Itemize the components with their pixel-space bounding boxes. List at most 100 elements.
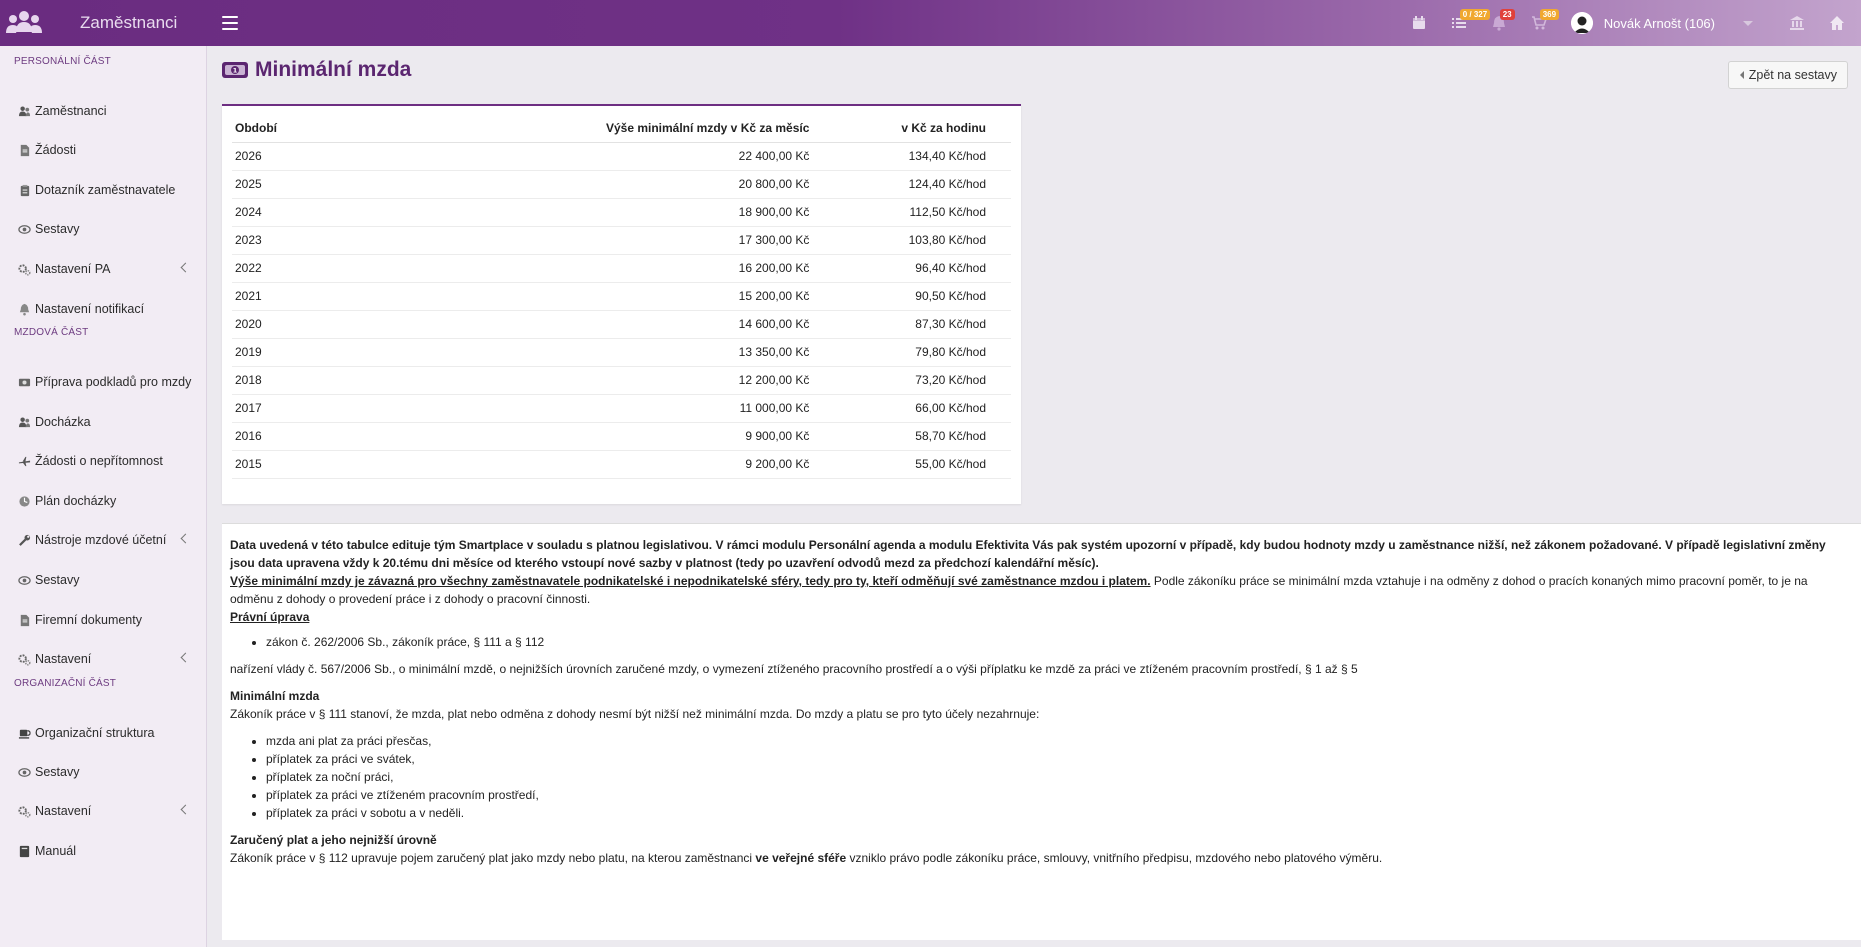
chevron-left-icon — [180, 533, 191, 544]
table-row: 2019 13 350,00 Kč 79,80 Kč/hod — [232, 338, 1011, 367]
cell-hourly: 112,50 Kč/hod — [819, 198, 1011, 227]
sidebar-item-nastroje-mzdove[interactable]: Nástroje mzdové účetní — [0, 527, 207, 553]
sidebar-item-sestavy-pa[interactable]: Sestavy — [0, 216, 207, 242]
sidebar-item-label: Žádosti o nepřítomnost — [35, 454, 163, 468]
list-item: mzda ani plat za práci přesčas, — [266, 732, 1853, 750]
cart-badge: 369 — [1539, 9, 1560, 20]
cell-monthly: 11 000,00 Kč — [280, 394, 820, 423]
sidebar-item-label: Nastavení notifikací — [35, 302, 145, 316]
column-header-hourly: v Kč za hodinu — [819, 114, 1011, 143]
sidebar-item-label: Sestavy — [35, 765, 80, 779]
cell-monthly: 13 350,00 Kč — [280, 338, 820, 367]
cell-monthly: 15 200,00 Kč — [280, 282, 820, 311]
sidebar-item-sestavy-mzdy[interactable]: Sestavy — [0, 567, 207, 593]
sidebar-item-label: Plán docházky — [35, 494, 117, 508]
sidebar-item-nastaveni-notifikaci[interactable]: Nastavení notifikací — [0, 296, 207, 322]
table-row: 2015 9 200,00 Kč 55,00 Kč/hod — [232, 450, 1011, 479]
home-icon[interactable] — [1817, 0, 1857, 46]
sidebar-section-personal: PERSONÁLNÍ ČÁST — [14, 56, 111, 67]
eye-icon — [17, 222, 31, 236]
sidebar-item-firemni-dokumenty[interactable]: Firemní dokumenty — [0, 607, 207, 633]
exclusions-list: mzda ani plat za práci přesčas, příplate… — [266, 732, 1853, 822]
chevron-left-icon — [180, 804, 191, 815]
money-bill-icon: 1 — [222, 62, 248, 78]
table-header-row: Období Výše minimální mzdy v Kč za měsíc… — [232, 114, 1011, 143]
menu-toggle-icon[interactable] — [222, 16, 238, 30]
sidebar-item-organizacni-struktura[interactable]: Organizační struktura — [0, 720, 207, 746]
table-row: 2020 14 600,00 Kč 87,30 Kč/hod — [232, 310, 1011, 339]
cell-period: 2025 — [232, 170, 280, 199]
tasks-icon[interactable]: 0 / 327 — [1439, 0, 1491, 46]
bell-icon — [17, 302, 31, 316]
sidebar-item-sestavy-org[interactable]: Sestavy — [0, 759, 207, 785]
table-row: 2025 20 800,00 Kč 124,40 Kč/hod — [232, 170, 1011, 199]
sidebar-item-plan-dochazky[interactable]: Plán docházky — [0, 488, 207, 514]
cell-monthly: 9 200,00 Kč — [280, 450, 820, 479]
sidebar-item-nastaveni-pa[interactable]: Nastavení PA — [0, 256, 207, 282]
sidebar: PERSONÁLNÍ ČÁST Zaměstnanci Žádosti Dota… — [0, 46, 207, 947]
cell-hourly: 87,30 Kč/hod — [819, 310, 1011, 339]
sidebar-item-nastaveni-org[interactable]: Nastavení — [0, 798, 207, 824]
users-logo-icon — [4, 8, 44, 38]
sidebar-item-manual[interactable]: Manuál — [0, 838, 207, 864]
cell-hourly: 96,40 Kč/hod — [819, 254, 1011, 283]
sidebar-item-dotaznik[interactable]: Dotazník zaměstnavatele — [0, 177, 207, 203]
cart-icon[interactable]: 369 — [1519, 0, 1560, 46]
cell-period: 2024 — [232, 198, 280, 227]
sidebar-section-org: ORGANIZAČNÍ ČÁST — [14, 678, 117, 689]
user-menu[interactable]: Novák Arnošt (106) — [1570, 12, 1771, 34]
cell-period: 2023 — [232, 226, 280, 255]
back-to-reports-button[interactable]: Zpět na sestavy — [1727, 61, 1848, 89]
brand[interactable]: Zaměstnanci — [0, 0, 207, 46]
sidebar-item-nastaveni-mzdy[interactable]: Nastavení — [0, 646, 207, 672]
svg-text:1: 1 — [233, 67, 238, 75]
column-header-period: Období — [232, 114, 280, 143]
table-row: 2024 18 900,00 Kč 112,50 Kč/hod — [232, 198, 1011, 227]
coffee-icon — [17, 726, 31, 740]
min-text: Zákoník práce v § 111 stanoví, že mzda, … — [230, 707, 1040, 721]
table-row: 2018 12 200,00 Kč 73,20 Kč/hod — [232, 366, 1011, 395]
sidebar-item-label: Příprava podkladů pro mzdy — [35, 375, 192, 389]
cell-period: 2019 — [232, 338, 280, 367]
sidebar-item-label: Nastavení — [35, 652, 92, 666]
sidebar-item-dochazka[interactable]: Docházka — [0, 409, 207, 435]
cell-period: 2022 — [232, 254, 280, 283]
guaranteed-bold: ve veřejné sféře — [755, 851, 847, 865]
cell-period: 2016 — [232, 422, 280, 451]
eye-icon — [17, 573, 31, 587]
wrench-icon — [17, 533, 31, 547]
sidebar-section-payroll: MZDOVÁ ČÁST — [14, 327, 89, 338]
sidebar-item-label: Manuál — [35, 844, 76, 858]
cell-monthly: 18 900,00 Kč — [280, 198, 820, 227]
list-item: zákon č. 262/2006 Sb., zákoník práce, § … — [266, 633, 1853, 651]
cell-monthly: 12 200,00 Kč — [280, 366, 820, 395]
minimum-wage-table-card: Období Výše minimální mzdy v Kč za měsíc… — [222, 104, 1021, 504]
cell-hourly: 103,80 Kč/hod — [819, 226, 1011, 255]
list-item: příplatek za práci ve ztíženém pracovním… — [266, 786, 1853, 804]
minimum-wage-table: Období Výše minimální mzdy v Kč za měsíc… — [232, 114, 1011, 479]
table-row: 2022 16 200,00 Kč 96,40 Kč/hod — [232, 254, 1011, 283]
sidebar-item-zadosti[interactable]: Žádosti — [0, 137, 207, 163]
cell-hourly: 124,40 Kč/hod — [819, 170, 1011, 199]
page-header: 1 Minimální mzda — [222, 58, 411, 82]
sidebar-item-zamestnanci[interactable]: Zaměstnanci — [0, 98, 207, 124]
app-title: Zaměstnanci — [80, 13, 178, 32]
cell-period: 2021 — [232, 282, 280, 311]
chevron-left-icon — [180, 262, 191, 273]
calendar-icon[interactable] — [1399, 0, 1439, 46]
legal-heading: Právní úprava — [230, 610, 310, 624]
bank-icon[interactable] — [1777, 0, 1817, 46]
cell-hourly: 55,00 Kč/hod — [819, 450, 1011, 479]
cell-period: 2017 — [232, 394, 280, 423]
sidebar-item-label: Zaměstnanci — [35, 104, 107, 118]
bell-icon[interactable]: 23 — [1479, 0, 1519, 46]
eye-icon — [17, 765, 31, 779]
guaranteed-post: vzniklo právo podle zákoníku práce, smlo… — [846, 851, 1383, 865]
guaranteed-text: Zákoník práce v § 112 upravuje pojem zar… — [230, 849, 1853, 867]
sidebar-item-zadosti-nepritomnost[interactable]: Žádosti o nepřítomnost — [0, 448, 207, 474]
sidebar-item-label: Dotazník zaměstnavatele — [35, 183, 176, 197]
chevron-down-icon[interactable] — [1743, 20, 1753, 26]
lead-paragraph: Výše minimální mzdy je závazná pro všech… — [230, 572, 1853, 608]
chevron-left-icon — [1739, 71, 1744, 79]
sidebar-item-priprava-podkladu[interactable]: Příprava podkladů pro mzdy — [0, 369, 207, 395]
